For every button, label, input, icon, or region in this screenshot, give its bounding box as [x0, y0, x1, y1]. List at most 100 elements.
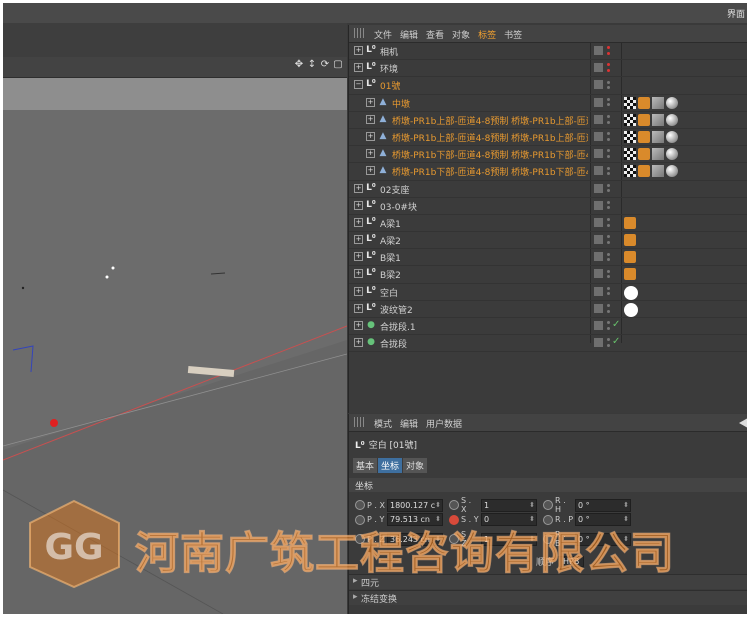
- expand-toggle-icon[interactable]: +: [354, 252, 363, 262]
- number-input[interactable]: 0 °: [575, 532, 631, 546]
- expand-toggle-icon[interactable]: +: [354, 235, 363, 245]
- material-sphere-icon[interactable]: [666, 148, 678, 161]
- visibility-dots[interactable]: [607, 114, 610, 125]
- material-tag-icon[interactable]: [652, 165, 664, 178]
- visibility-dots[interactable]: [607, 337, 610, 348]
- texture-tag-icon[interactable]: [624, 130, 636, 143]
- layer-icon[interactable]: [594, 217, 603, 227]
- visibility-dots[interactable]: [607, 268, 610, 279]
- number-input[interactable]: 1: [481, 532, 537, 546]
- object-row[interactable]: + ● 合拢段 ✓: [349, 335, 747, 353]
- expand-toggle-icon[interactable]: +: [366, 97, 375, 107]
- layer-icon[interactable]: [594, 200, 603, 210]
- visibility-dots[interactable]: [607, 200, 610, 211]
- material-sphere-icon[interactable]: [666, 96, 678, 109]
- 3d-viewport[interactable]: [3, 110, 347, 614]
- texture-tag-icon[interactable]: [624, 113, 636, 126]
- animation-key-icon[interactable]: [449, 514, 459, 525]
- tab[interactable]: 基本: [353, 458, 378, 473]
- visibility-dots[interactable]: [607, 165, 610, 176]
- menu-item[interactable]: 用户数据: [422, 417, 466, 430]
- object-row[interactable]: + L⁰ 03-0#块: [349, 198, 747, 215]
- phong-tag-icon[interactable]: [638, 165, 650, 178]
- tab[interactable]: 坐标: [378, 458, 403, 473]
- material-sphere-icon[interactable]: [666, 113, 678, 126]
- expand-toggle-icon[interactable]: +: [366, 131, 375, 141]
- phong-tag-icon[interactable]: [638, 148, 650, 161]
- number-input[interactable]: 1800.127 c: [387, 498, 443, 512]
- animation-key-icon[interactable]: [355, 500, 365, 510]
- menu-item[interactable]: 模式: [370, 417, 396, 430]
- object-row[interactable]: + L⁰ 空白: [349, 284, 747, 301]
- phong-tag-icon[interactable]: [638, 130, 650, 143]
- object-row[interactable]: + L⁰ A梁2: [349, 232, 747, 250]
- expand-toggle-icon[interactable]: +: [354, 338, 363, 348]
- animation-key-icon[interactable]: [355, 534, 365, 544]
- enabled-check-icon[interactable]: ✓: [612, 319, 620, 330]
- phong-tag-icon[interactable]: [638, 113, 650, 126]
- number-input[interactable]: 0 °: [575, 498, 631, 512]
- panel-grip-icon[interactable]: [354, 28, 364, 38]
- expand-toggle-icon[interactable]: +: [366, 149, 375, 159]
- layout-label[interactable]: 界面: [727, 7, 745, 20]
- layer-icon[interactable]: [594, 286, 603, 296]
- animation-key-icon[interactable]: [449, 500, 459, 510]
- menu-item[interactable]: 编辑: [396, 28, 422, 41]
- phong-tag-icon[interactable]: [624, 251, 636, 264]
- white-material-icon[interactable]: [624, 302, 638, 317]
- expand-toggle-icon[interactable]: +: [354, 63, 363, 73]
- object-row[interactable]: + L⁰ 02支座: [349, 181, 747, 198]
- menu-item[interactable]: 书签: [500, 28, 526, 41]
- object-row[interactable]: + ● 合拢段.1 ✓: [349, 318, 747, 336]
- panel-grip-icon[interactable]: [354, 417, 364, 427]
- animation-key-icon[interactable]: [543, 500, 553, 510]
- layer-icon[interactable]: [594, 114, 603, 124]
- layer-icon[interactable]: [594, 80, 603, 90]
- object-row[interactable]: + ▲ 桥墩-PR1b上部-匝道4-8预制 桥墩-PR1b上部-匝道4: [349, 129, 747, 147]
- visibility-dots[interactable]: [607, 320, 610, 331]
- move-icon[interactable]: ✥: [294, 60, 304, 70]
- material-sphere-icon[interactable]: [666, 165, 678, 178]
- expand-toggle-icon[interactable]: +: [354, 200, 363, 210]
- layer-icon[interactable]: [594, 46, 603, 55]
- layer-icon[interactable]: [594, 252, 603, 262]
- phong-tag-icon[interactable]: [624, 234, 636, 247]
- expand-toggle-icon[interactable]: +: [354, 269, 363, 279]
- collapsible-section[interactable]: 四元: [349, 574, 747, 589]
- tab[interactable]: 对象: [403, 458, 428, 473]
- animation-key-icon[interactable]: [543, 514, 553, 525]
- material-tag-icon[interactable]: [652, 96, 664, 109]
- back-arrow-icon[interactable]: [739, 418, 747, 428]
- rotation-order-select[interactable]: HPB: [558, 556, 585, 567]
- object-row[interactable]: − L⁰ 01號: [349, 77, 747, 95]
- material-tag-icon[interactable]: [652, 113, 664, 126]
- expand-toggle-icon[interactable]: +: [366, 114, 375, 124]
- layer-icon[interactable]: [594, 149, 603, 159]
- material-sphere-icon[interactable]: [666, 130, 678, 143]
- layer-icon[interactable]: [594, 235, 603, 245]
- visibility-dots[interactable]: [607, 234, 610, 245]
- texture-tag-icon[interactable]: [624, 96, 636, 109]
- expand-toggle-icon[interactable]: +: [354, 46, 363, 55]
- layer-icon[interactable]: [594, 97, 603, 107]
- rotate-icon[interactable]: ⟳: [320, 60, 330, 70]
- menu-item[interactable]: 查看: [422, 28, 448, 41]
- number-input[interactable]: 79.513 cn: [387, 513, 443, 526]
- animation-key-icon[interactable]: [355, 514, 365, 525]
- animation-key-icon[interactable]: [543, 534, 553, 544]
- visibility-dots[interactable]: [607, 286, 610, 297]
- number-input[interactable]: 0: [481, 513, 537, 526]
- visibility-dots[interactable]: [607, 97, 610, 108]
- expand-toggle-icon[interactable]: +: [354, 303, 363, 313]
- visibility-dots[interactable]: [607, 148, 610, 159]
- object-row[interactable]: + L⁰ A梁1: [349, 215, 747, 233]
- visibility-dots[interactable]: [607, 62, 610, 73]
- material-tag-icon[interactable]: [652, 148, 664, 161]
- object-row[interactable]: + ▲ 桥墩-PR1b下部-匝道4-8预制 桥墩-PR1b下部-匝4: [349, 163, 747, 181]
- pan-icon[interactable]: ↕: [307, 60, 317, 70]
- layer-icon[interactable]: [594, 338, 603, 348]
- object-row[interactable]: + L⁰ B梁1: [349, 249, 747, 267]
- visibility-dots[interactable]: [607, 131, 610, 142]
- object-row[interactable]: + L⁰ B梁2: [349, 266, 747, 284]
- expand-toggle-icon[interactable]: +: [354, 321, 363, 330]
